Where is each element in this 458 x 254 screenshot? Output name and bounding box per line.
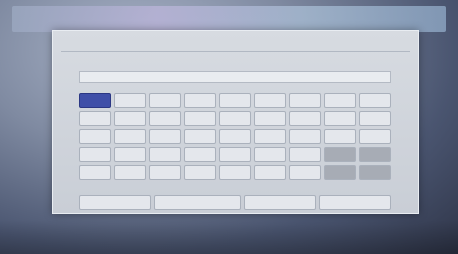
key[interactable] xyxy=(154,195,241,210)
key[interactable] xyxy=(219,165,251,180)
key[interactable] xyxy=(79,93,111,108)
key[interactable] xyxy=(149,111,181,126)
key[interactable] xyxy=(324,165,356,180)
key[interactable] xyxy=(324,111,356,126)
key[interactable] xyxy=(254,93,286,108)
key[interactable] xyxy=(149,129,181,144)
key[interactable] xyxy=(254,147,286,162)
key[interactable] xyxy=(289,111,321,126)
key[interactable] xyxy=(289,129,321,144)
text-input[interactable] xyxy=(79,71,391,83)
key[interactable] xyxy=(219,93,251,108)
key[interactable] xyxy=(289,165,321,180)
key[interactable] xyxy=(254,129,286,144)
keyboard-bottom-row xyxy=(79,195,391,210)
key[interactable] xyxy=(219,147,251,162)
key[interactable] xyxy=(114,93,146,108)
key[interactable] xyxy=(114,129,146,144)
key[interactable] xyxy=(254,111,286,126)
key[interactable] xyxy=(324,147,356,162)
key[interactable] xyxy=(359,111,391,126)
key[interactable] xyxy=(359,129,391,144)
key[interactable] xyxy=(359,93,391,108)
key[interactable] xyxy=(79,165,111,180)
key[interactable] xyxy=(359,147,391,162)
key[interactable] xyxy=(149,93,181,108)
onscreen-keyboard-dialog xyxy=(52,30,419,214)
key[interactable] xyxy=(359,165,391,180)
footer xyxy=(0,220,458,254)
key[interactable] xyxy=(219,129,251,144)
keyboard-grid xyxy=(79,93,391,180)
key[interactable] xyxy=(184,111,216,126)
key[interactable] xyxy=(184,93,216,108)
key[interactable] xyxy=(114,147,146,162)
key[interactable] xyxy=(184,129,216,144)
key[interactable] xyxy=(79,195,152,210)
key[interactable] xyxy=(324,93,356,108)
key[interactable] xyxy=(254,165,286,180)
key[interactable] xyxy=(184,147,216,162)
key[interactable] xyxy=(243,195,316,210)
key[interactable] xyxy=(114,111,146,126)
key[interactable] xyxy=(79,111,111,126)
top-bar xyxy=(12,6,446,32)
key[interactable] xyxy=(149,147,181,162)
key[interactable] xyxy=(79,129,111,144)
key[interactable] xyxy=(149,165,181,180)
key[interactable] xyxy=(219,111,251,126)
key[interactable] xyxy=(324,129,356,144)
key[interactable] xyxy=(318,195,391,210)
title-divider xyxy=(61,51,410,52)
key[interactable] xyxy=(114,165,146,180)
key[interactable] xyxy=(184,165,216,180)
key[interactable] xyxy=(289,147,321,162)
key[interactable] xyxy=(79,147,111,162)
key[interactable] xyxy=(289,93,321,108)
